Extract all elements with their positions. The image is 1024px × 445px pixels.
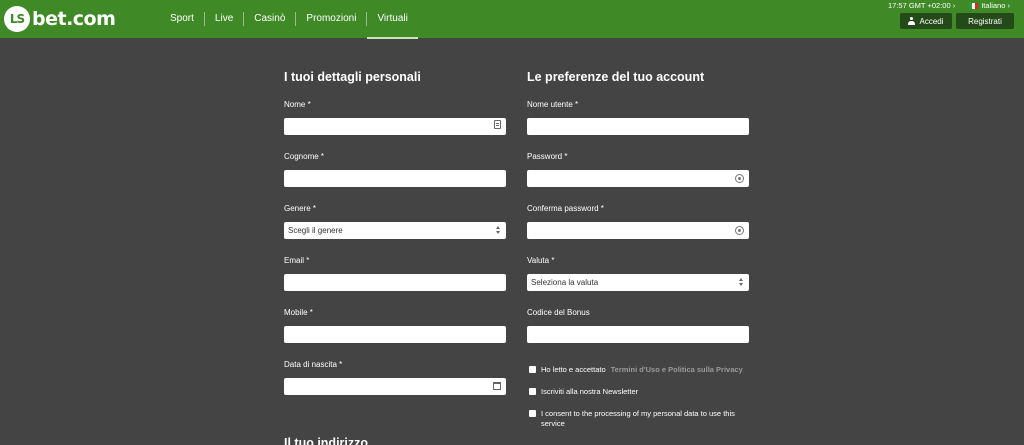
password-label: Password * — [527, 152, 568, 161]
cognome-field: Cognome * — [284, 152, 506, 187]
email-field: Email * — [284, 256, 506, 291]
chevron-right-icon: › — [1007, 1, 1011, 10]
birthdate-field: Data di nascita * — [284, 360, 506, 395]
mobile-field: Mobile * — [284, 308, 506, 343]
address-section-title: Il tuo indirizzo — [284, 436, 369, 445]
nav-promozioni[interactable]: Promozioni — [295, 12, 366, 26]
language-text: Italiano — [981, 1, 1006, 10]
username-label: Nome utente * — [527, 100, 579, 109]
genere-label: Genere * — [284, 204, 317, 213]
login-label: Accedi — [919, 16, 944, 26]
personal-details-section: I tuoi dettagli personali Nome * Cognome… — [284, 70, 506, 395]
login-button[interactable]: Accedi — [900, 13, 952, 29]
genere-field: Genere * Scegli il genere — [284, 204, 506, 239]
personal-details-title: I tuoi dettagli personali — [284, 70, 421, 84]
clock-selector[interactable]: 17:57 GMT +02:00 › — [888, 1, 955, 10]
select-arrows-icon — [739, 277, 744, 288]
password-key-icon[interactable] — [735, 174, 744, 183]
genere-value: Scegli il genere — [288, 226, 343, 235]
consent-checkbox[interactable] — [529, 410, 536, 417]
account-preferences-section: Le preferenze del tuo account Nome utent… — [527, 70, 749, 428]
terms-text: Ho letto e accettato Termini d'Uso e Poli… — [541, 365, 743, 375]
user-icon — [908, 17, 916, 25]
mobile-input[interactable] — [284, 326, 506, 343]
italy-flag-icon — [969, 3, 979, 10]
nav-casino[interactable]: Casinò — [243, 12, 295, 26]
newsletter-checkbox[interactable] — [529, 388, 536, 395]
register-button[interactable]: Registrati — [956, 13, 1014, 29]
nav-virtuali[interactable]: Virtuali — [366, 12, 419, 39]
main-nav: Sport Live Casinò Promozioni Virtuali — [160, 0, 419, 39]
bonus-code-input[interactable] — [527, 326, 749, 343]
password-input[interactable] — [527, 170, 749, 187]
birthdate-input[interactable] — [284, 378, 506, 395]
cognome-label: Cognome * — [284, 152, 325, 161]
account-preferences-title: Le preferenze del tuo account — [527, 70, 705, 84]
logo-mark: LS — [4, 6, 30, 32]
terms-checkbox[interactable] — [529, 366, 536, 373]
currency-field: Valuta * Seleziona la valuta — [527, 256, 749, 291]
currency-select[interactable]: Seleziona la valuta — [527, 274, 749, 291]
chevron-right-icon: › — [952, 1, 956, 10]
genere-select[interactable]: Scegli il genere — [284, 222, 506, 239]
top-bar: LS bet.com Sport Live Casinò Promozioni … — [0, 0, 1024, 39]
confirm-password-field: Conferma password * — [527, 204, 749, 239]
logo-text: bet.com — [32, 8, 116, 30]
newsletter-label: Iscriviti alla nostra Newsletter — [541, 387, 639, 396]
birthdate-label: Data di nascita * — [284, 360, 343, 369]
nome-label: Nome * — [284, 100, 311, 109]
currency-label: Valuta * — [527, 256, 555, 265]
select-arrows-icon — [496, 225, 501, 236]
username-input[interactable] — [527, 118, 749, 135]
mobile-label: Mobile * — [284, 308, 313, 317]
confirm-password-input[interactable] — [527, 222, 749, 239]
bonus-code-field: Codice del Bonus — [527, 308, 749, 343]
cognome-input[interactable] — [284, 170, 506, 187]
terms-label: Ho letto e accettato — [541, 365, 606, 374]
nome-field: Nome * — [284, 100, 506, 135]
bonus-code-label: Codice del Bonus — [527, 308, 590, 317]
calendar-icon[interactable] — [493, 382, 501, 390]
nav-sport[interactable]: Sport — [160, 12, 204, 26]
email-label: Email * — [284, 256, 310, 265]
clock-text: 17:57 GMT +02:00 — [888, 1, 951, 10]
nav-live[interactable]: Live — [203, 12, 243, 26]
language-selector[interactable]: Italiano › — [969, 1, 1010, 10]
username-field: Nome utente * — [527, 100, 749, 135]
terms-link[interactable]: Termini d'Uso e Politica sulla Privacy — [611, 365, 743, 374]
email-input[interactable] — [284, 274, 506, 291]
consent-checkbox-row: I consent to the processing of my person… — [529, 409, 749, 429]
newsletter-checkbox-row: Iscriviti alla nostra Newsletter — [529, 387, 749, 397]
password-key-icon[interactable] — [735, 226, 744, 235]
utility-bar: 17:57 GMT +02:00 › Italiano › — [888, 1, 1010, 10]
site-logo[interactable]: LS bet.com — [4, 6, 116, 32]
password-field: Password * — [527, 152, 749, 187]
confirm-password-label: Conferma password * — [527, 204, 604, 213]
contact-card-icon — [494, 120, 501, 129]
terms-checkbox-row: Ho letto e accettato Termini d'Uso e Poli… — [529, 365, 749, 375]
currency-value: Seleziona la valuta — [531, 278, 599, 287]
nome-input[interactable] — [284, 118, 506, 135]
consent-label: I consent to the processing of my person… — [541, 409, 735, 428]
